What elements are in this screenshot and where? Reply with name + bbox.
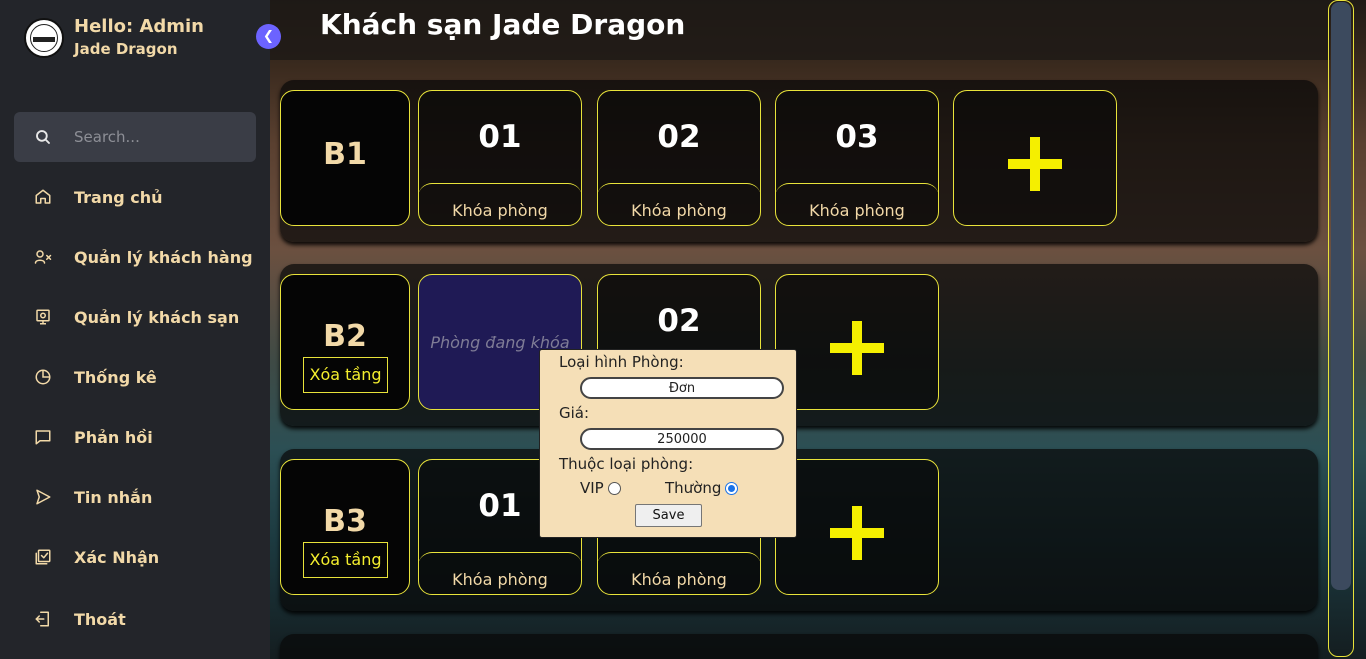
search-icon: [36, 130, 50, 144]
room-type-input[interactable]: [580, 377, 784, 399]
sidebar: Hello: Admin Jade Dragon Trang chủ Quản …: [0, 0, 270, 659]
lock-room-button[interactable]: Khóa phòng: [419, 201, 581, 220]
category-radio-group: VIP Thường: [580, 479, 780, 499]
lock-room-button[interactable]: Khóa phòng: [419, 570, 581, 589]
lock-room-button[interactable]: Khóa phòng: [776, 201, 938, 220]
room-number: 03: [835, 119, 879, 155]
sidebar-item-label: Phản hồi: [74, 427, 153, 447]
room-number: 01: [478, 119, 522, 155]
room-number: 02: [657, 303, 701, 339]
message-icon: [35, 430, 51, 445]
lock-room-button[interactable]: Khóa phòng: [598, 201, 760, 220]
room-edit-popup: Loại hình Phòng: Giá: Thuộc loại phòng: …: [539, 349, 797, 538]
floor-label: B1: [323, 137, 367, 172]
normal-radio[interactable]: [725, 481, 739, 495]
greeting-text: Hello: Admin: [74, 16, 204, 37]
sidebar-item-label: Quản lý khách hàng: [74, 247, 253, 267]
sidebar-item-hotels[interactable]: Quản lý khách sạn: [34, 302, 239, 332]
search-box[interactable]: [14, 112, 256, 162]
sidebar-item-confirm[interactable]: Xác Nhận: [34, 542, 159, 572]
room-type-label: Loại hình Phòng:: [559, 353, 684, 371]
sidebar-item-label: Tin nhắn: [74, 487, 153, 507]
scrollbar-thumb[interactable]: [1331, 2, 1351, 590]
sidebar-item-label: Quản lý khách sạn: [74, 307, 240, 327]
sidebar-item-label: Xác Nhận: [74, 547, 160, 567]
sidebar-item-label: Trang chủ: [74, 187, 163, 207]
floor-row-next: [280, 634, 1318, 659]
floor-row-b1: B1 01 Khóa phòng 02 Khóa phòng 03 Khóa p…: [280, 80, 1318, 242]
home-icon: [35, 189, 51, 204]
search-input[interactable]: [74, 125, 244, 149]
hotel-name: Jade Dragon: [74, 40, 178, 58]
chevron-left-icon: ❮: [263, 29, 274, 44]
room-card[interactable]: 01 Khóa phòng: [418, 90, 582, 226]
room-number: 02: [657, 119, 701, 155]
room-card[interactable]: 02 Khóa phòng: [597, 90, 761, 226]
delete-floor-button[interactable]: Xóa tầng: [303, 542, 388, 578]
floor-row-b3: B3 Xóa tầng 01 Khóa phòng Khóa phòng: [280, 449, 1318, 611]
sidebar-item-feedback[interactable]: Phản hồi: [34, 422, 153, 452]
brand: Hello: Admin Jade Dragon: [24, 16, 204, 60]
add-room-button[interactable]: [775, 274, 939, 410]
sidebar-item-label: Thoát: [74, 609, 126, 629]
normal-option-label: Thường: [665, 479, 722, 497]
category-label: Thuộc loại phòng:: [559, 455, 694, 473]
main-content: Khách sạn Jade Dragon B1 01 Khóa phòng 0…: [270, 0, 1366, 659]
user-x-icon: [34, 250, 52, 264]
floor-card[interactable]: B2 Xóa tầng: [280, 274, 410, 410]
check-square-icon: [35, 549, 51, 565]
sidebar-item-messages[interactable]: Tin nhắn: [34, 482, 152, 512]
vip-option[interactable]: VIP: [580, 479, 621, 497]
save-button[interactable]: Save: [635, 504, 702, 527]
page-title: Khách sạn Jade Dragon: [320, 8, 686, 41]
delete-floor-button[interactable]: Xóa tầng: [303, 357, 388, 393]
vip-option-label: VIP: [580, 479, 604, 497]
collapse-sidebar-button[interactable]: ❮: [256, 24, 281, 49]
top-bar: Khách sạn Jade Dragon: [270, 0, 1330, 60]
floor-card[interactable]: B3 Xóa tầng: [280, 459, 410, 595]
sidebar-item-statistics[interactable]: Thống kê: [34, 362, 157, 392]
floor-card[interactable]: B1: [280, 90, 410, 226]
room-card[interactable]: 03 Khóa phòng: [775, 90, 939, 226]
lock-room-button[interactable]: Khóa phòng: [598, 570, 760, 589]
price-label: Giá:: [559, 404, 590, 422]
vip-radio[interactable]: [607, 481, 621, 495]
sidebar-item-label: Thống kê: [74, 367, 157, 387]
floor-label: B2: [323, 319, 367, 354]
logout-icon: [35, 611, 49, 627]
send-icon: [36, 489, 51, 505]
price-input[interactable]: [580, 428, 784, 450]
sidebar-item-home[interactable]: Trang chủ: [34, 182, 163, 212]
add-room-button[interactable]: [775, 459, 939, 595]
add-room-button[interactable]: [953, 90, 1117, 226]
pie-chart-icon: [35, 369, 51, 385]
floor-label: B3: [323, 504, 367, 539]
sidebar-item-logout[interactable]: Thoát: [34, 604, 126, 634]
monitor-icon: [36, 309, 50, 325]
floor-row-b2: B2 Xóa tầng Phòng đang khóa 02: [280, 264, 1318, 426]
normal-option[interactable]: Thường: [665, 479, 739, 497]
hotel-logo: [24, 18, 64, 58]
sidebar-item-customers[interactable]: Quản lý khách hàng: [34, 242, 253, 272]
